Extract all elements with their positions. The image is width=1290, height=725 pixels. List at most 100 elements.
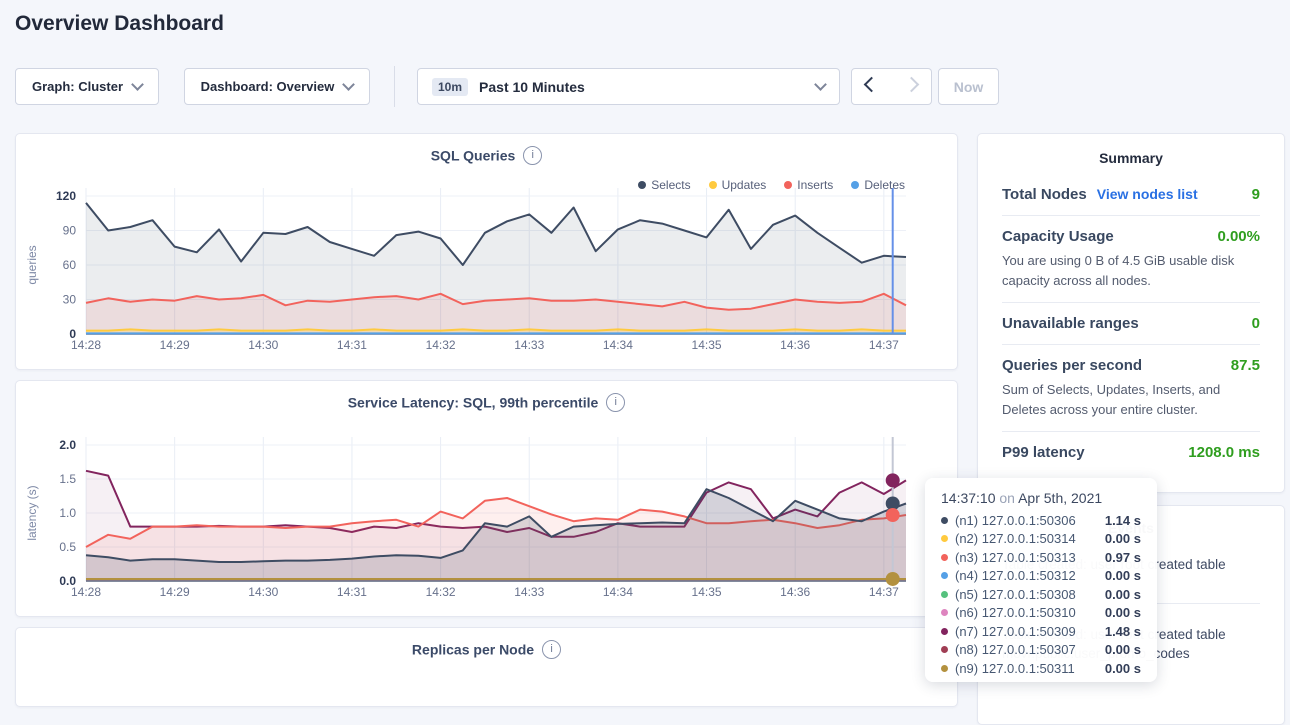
sql-queries-header: SQL Queries — [16, 146, 957, 165]
series-dot — [941, 535, 948, 542]
summary-row-main: Queries per second 87.5 — [1002, 357, 1260, 374]
svg-text:14:35: 14:35 — [692, 585, 722, 599]
toolbar-divider — [394, 66, 395, 107]
latency-value: 0.97 s — [1105, 550, 1141, 565]
latency-value: 0.00 s — [1105, 568, 1141, 583]
node-address: (n3) 127.0.0.1:50313 — [955, 550, 1076, 565]
info-icon[interactable] — [606, 393, 625, 412]
sql-queries-title: SQL Queries — [431, 148, 516, 164]
time-prev-button[interactable] — [851, 68, 892, 105]
latency-value: 0.00 s — [1105, 531, 1141, 546]
svg-text:queries: queries — [25, 245, 39, 284]
series-dot — [941, 609, 948, 616]
legend-series-label: Deletes — [864, 178, 905, 192]
time-now-button[interactable]: Now — [938, 68, 999, 105]
tooltip-row: (n3) 127.0.0.1:50313 0.97 s — [941, 548, 1141, 567]
tooltip-row: (n1) 127.0.0.1:503061.14 s — [941, 511, 1141, 530]
node-address: (n1) 127.0.0.1:50306 — [955, 513, 1076, 528]
summary-label: P99 latency — [1002, 444, 1085, 461]
svg-text:14:29: 14:29 — [160, 585, 190, 599]
chevron-right-icon — [903, 77, 919, 93]
svg-text:14:30: 14:30 — [248, 585, 278, 599]
chevron-down-icon — [814, 78, 827, 91]
summary-label: Queries per second — [1002, 357, 1142, 374]
legend-series-label: Inserts — [797, 178, 833, 192]
svg-text:14:36: 14:36 — [780, 338, 810, 352]
svg-text:14:31: 14:31 — [337, 338, 367, 352]
legend-item: Deletes — [851, 178, 905, 192]
series-dot — [941, 572, 948, 579]
svg-text:0.0: 0.0 — [59, 574, 76, 588]
dashboard-dropdown[interactable]: Dashboard: Overview — [184, 68, 370, 105]
summary-row: Queries per second 87.5 Sum of Selects, Up… — [1002, 345, 1260, 432]
legend-series-dot — [851, 181, 859, 189]
chevron-down-icon — [131, 78, 144, 91]
info-icon[interactable] — [523, 146, 542, 165]
legend-series-label: Selects — [651, 178, 690, 192]
time-range-dropdown[interactable]: 10m Past 10 Minutes — [417, 68, 840, 105]
svg-text:30: 30 — [63, 293, 77, 307]
chevron-down-icon — [342, 78, 355, 91]
dashboard-dropdown-label: Dashboard: Overview — [201, 79, 335, 94]
sql-queries-card: SQL Queries Selects Updates Inserts Deletes… — [15, 133, 958, 370]
svg-text:0: 0 — [69, 327, 76, 341]
tooltip-row: (n7) 127.0.0.1:503091.48 s — [941, 622, 1141, 641]
svg-text:14:29: 14:29 — [160, 338, 190, 352]
series-dot — [941, 628, 948, 635]
svg-text:14:35: 14:35 — [692, 338, 722, 352]
summary-row-main: P99 latency 1208.0 ms — [1002, 444, 1260, 461]
graph-dropdown[interactable]: Graph: Cluster — [15, 68, 159, 105]
latency-value: 0.00 s — [1105, 587, 1141, 602]
summary-value: 1208.0 ms — [1188, 444, 1260, 461]
svg-text:120: 120 — [56, 189, 76, 203]
node-address: (n8) 127.0.0.1:50307 — [955, 642, 1076, 657]
summary-row: Capacity Usage 0.00% You are using 0 B of … — [1002, 216, 1260, 303]
svg-text:14:30: 14:30 — [248, 338, 278, 352]
tooltip-row: (n8) 127.0.0.1:503070.00 s — [941, 641, 1141, 660]
summary-row: Unavailable ranges0 — [1002, 303, 1260, 345]
chart-hover-tooltip: 14:37:10 on Apr 5th, 2021 (n1) 127.0.0.1… — [925, 478, 1157, 682]
series-dot — [941, 591, 948, 598]
svg-text:14:36: 14:36 — [780, 585, 810, 599]
tooltip-row: (n5) 127.0.0.1:503080.00 s — [941, 585, 1141, 604]
summary-label: Capacity Usage — [1002, 228, 1114, 245]
svg-text:14:32: 14:32 — [426, 585, 456, 599]
tooltip-node-list: (n1) 127.0.0.1:503061.14 s(n2) 127.0.0.1… — [941, 511, 1141, 678]
tooltip-date: Apr 5th, 2021 — [1018, 490, 1102, 506]
summary-value: 0.00% — [1217, 228, 1260, 245]
summary-row-main: Total NodesView nodes list9 — [1002, 186, 1260, 203]
replicas-per-node-title: Replicas per Node — [412, 642, 534, 658]
svg-text:14:34: 14:34 — [603, 585, 633, 599]
latency-value: 1.48 s — [1105, 624, 1141, 639]
legend-series-dot — [638, 181, 646, 189]
chevron-left-icon — [864, 77, 880, 93]
legend-series-label: Updates — [722, 178, 767, 192]
info-icon[interactable] — [542, 640, 561, 659]
sql-queries-legend: Selects Updates Inserts Deletes — [638, 178, 905, 192]
summary-panel: Summary Total NodesView nodes list9Capac… — [977, 133, 1285, 493]
series-dot — [941, 517, 948, 524]
view-nodes-link[interactable]: View nodes list — [1097, 186, 1198, 202]
page-title: Overview Dashboard — [15, 12, 224, 36]
latency-value: 0.00 s — [1105, 661, 1141, 676]
summary-row-main: Unavailable ranges0 — [1002, 315, 1260, 332]
svg-text:14:37: 14:37 — [869, 338, 899, 352]
summary-subtext: You are using 0 B of 4.5 GiB usable disk… — [1002, 251, 1260, 290]
replicas-per-node-header: Replicas per Node — [16, 640, 957, 659]
summary-value: 87.5 — [1231, 357, 1260, 374]
legend-series-dot — [709, 181, 717, 189]
sql-queries-chart[interactable]: 14:2814:2914:3014:3114:3214:3314:3414:35… — [16, 134, 957, 369]
legend-series-dot — [784, 181, 792, 189]
summary-subtext: Sum of Selects, Updates, Inserts, and De… — [1002, 380, 1260, 419]
time-next-button[interactable] — [891, 68, 932, 105]
summary-row-main: Capacity Usage 0.00% — [1002, 228, 1260, 245]
service-latency-chart[interactable]: 14:2814:2914:3014:3114:3214:3314:3414:35… — [16, 381, 957, 616]
tooltip-row: (n2) 127.0.0.1:503140.00 s — [941, 530, 1141, 549]
svg-text:14:33: 14:33 — [514, 585, 544, 599]
svg-text:14:33: 14:33 — [514, 338, 544, 352]
summary-value: 9 — [1252, 186, 1260, 203]
service-latency-title: Service Latency: SQL, 99th percentile — [348, 395, 599, 411]
tooltip-row: (n4) 127.0.0.1:503120.00 s — [941, 567, 1141, 586]
svg-text:90: 90 — [63, 224, 77, 238]
summary-row: P99 latency 1208.0 ms — [1002, 432, 1260, 473]
